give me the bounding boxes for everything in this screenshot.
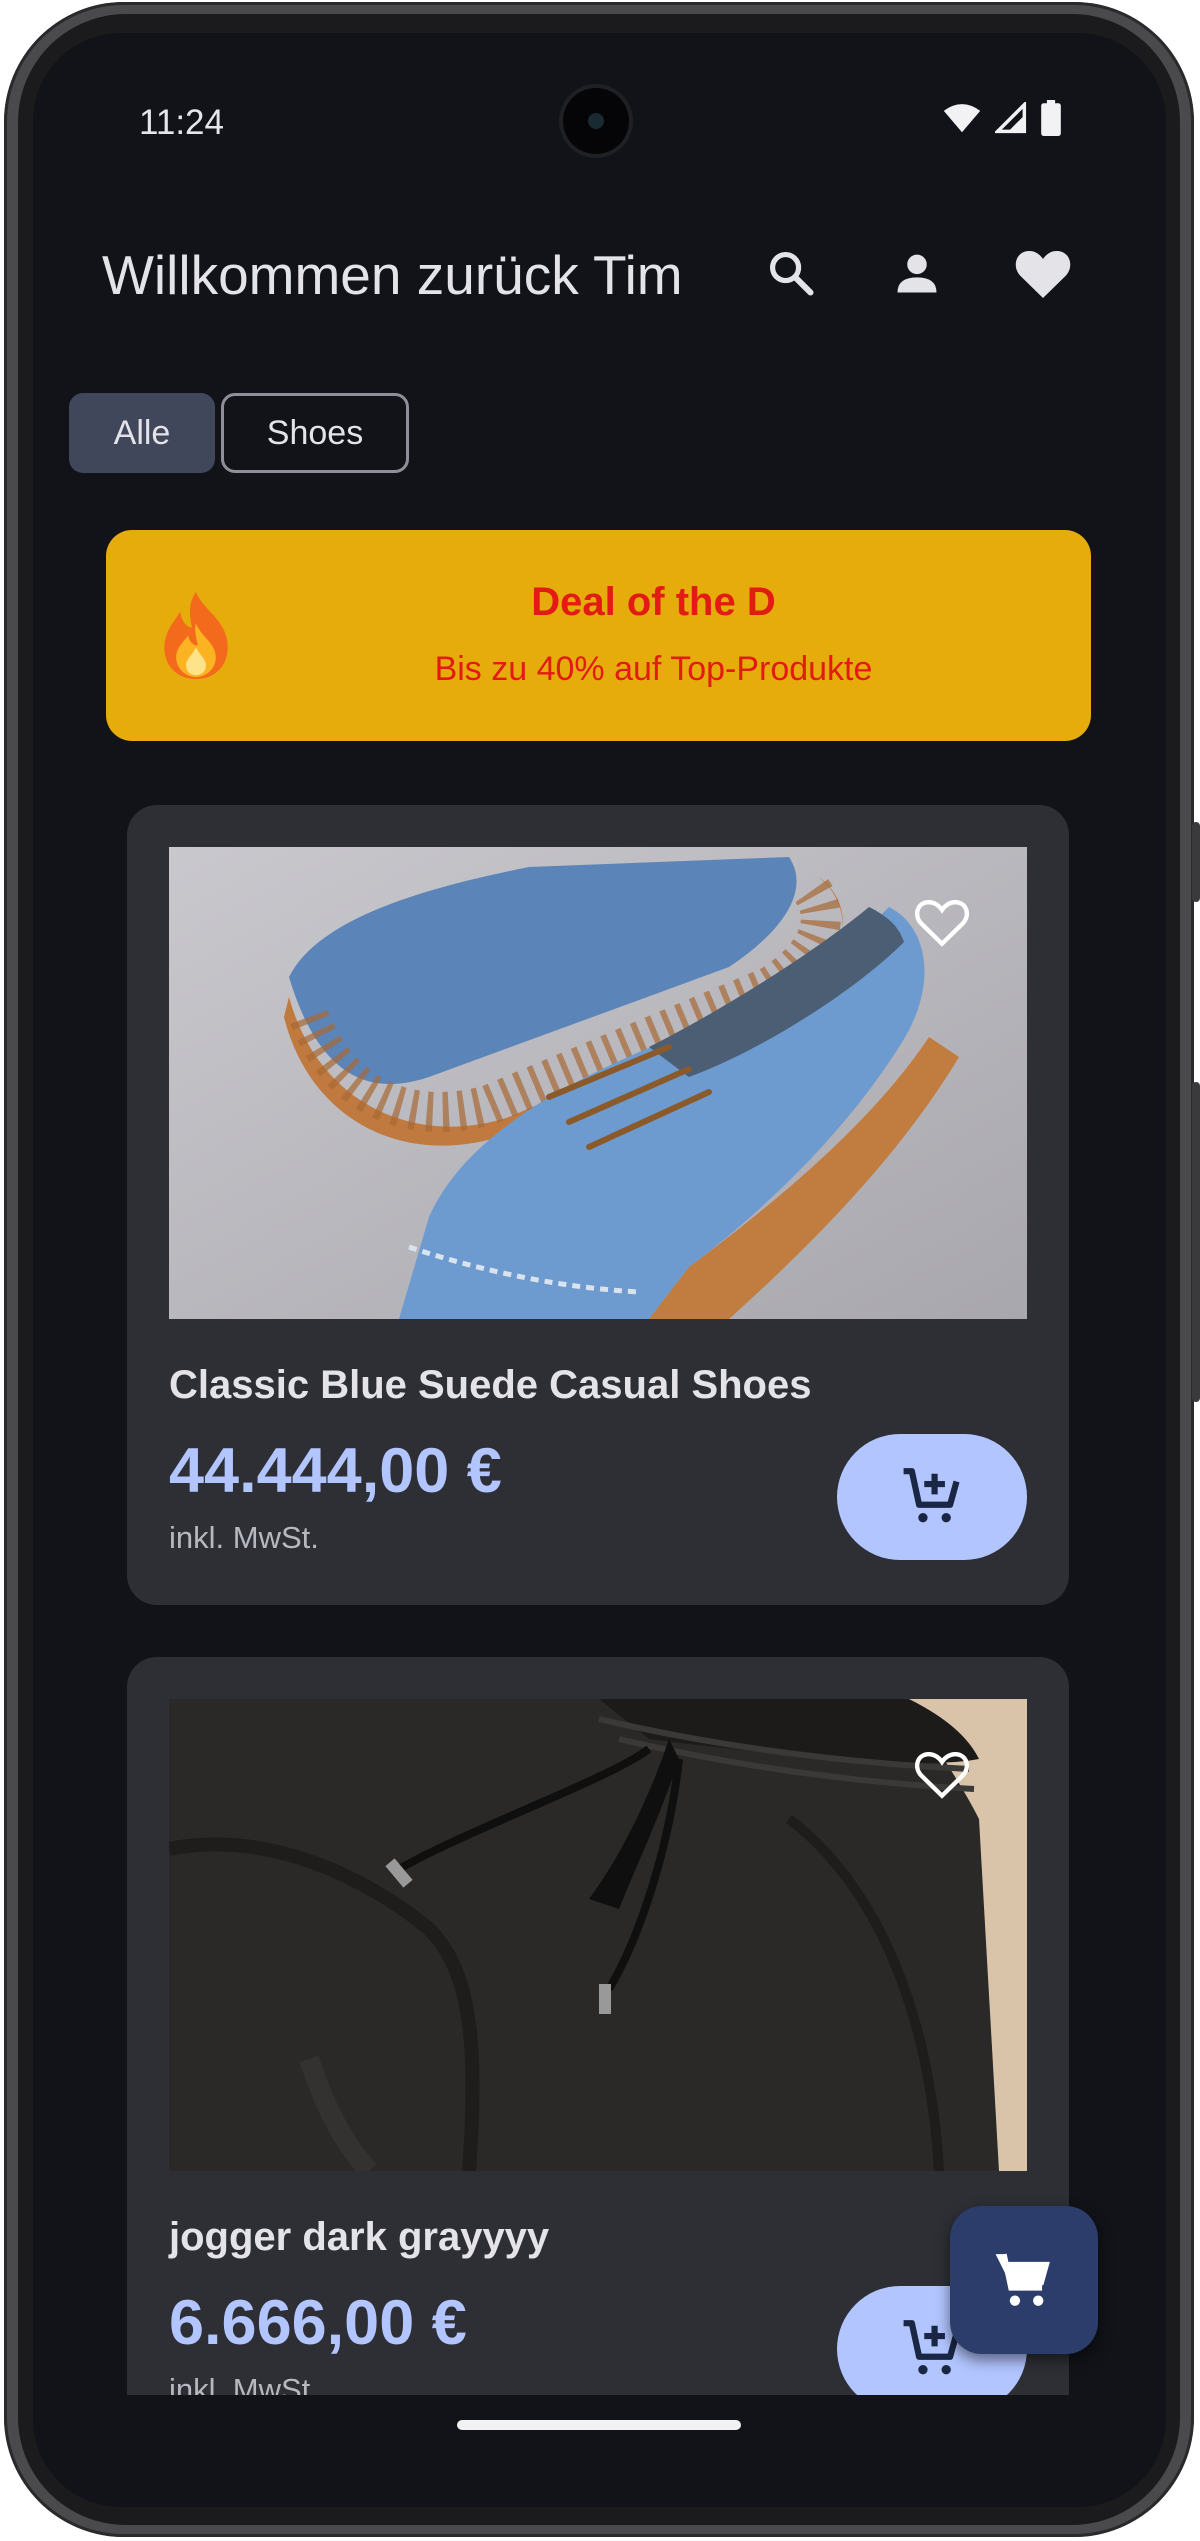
cart-fab[interactable] — [950, 2206, 1098, 2354]
favorite-outline-icon[interactable] — [913, 895, 971, 949]
chip-alle[interactable]: Alle — [69, 393, 215, 473]
product-name: Classic Blue Suede Casual Shoes — [169, 1363, 812, 1407]
blue-suede-shoes-photo — [169, 847, 1027, 1319]
navigation-bar-area — [33, 2395, 1166, 2507]
app-screen: 11:24 Willkommen zurück Tim Alle Shoes D… — [33, 33, 1166, 2507]
favorite-outline-icon[interactable] — [913, 1747, 971, 1801]
deal-title: Deal of the D — [531, 580, 776, 624]
search-button[interactable] — [728, 233, 854, 313]
add-to-cart-icon — [903, 1468, 960, 1523]
account-button[interactable] — [854, 233, 980, 313]
status-icons — [943, 100, 1061, 136]
tax-note: inkl. MwSt. — [169, 1520, 319, 1555]
account-icon — [897, 254, 937, 293]
category-chips: Alle Shoes — [69, 393, 409, 473]
product-price: 44.444,00 € — [169, 1436, 502, 1506]
search-icon — [769, 251, 814, 296]
product-price: 6.666,00 € — [169, 2288, 467, 2358]
status-time: 11:24 — [139, 103, 224, 142]
deal-subtitle: Bis zu 40% auf Top-Produkte — [434, 650, 873, 688]
chip-shoes[interactable]: Shoes — [221, 393, 409, 473]
power-button — [1192, 1082, 1200, 1402]
front-camera — [563, 88, 629, 154]
volume-button — [1192, 822, 1200, 902]
signal-icon — [995, 102, 1027, 134]
product-card[interactable]: Classic Blue Suede Casual Shoes 44.444,0… — [127, 805, 1069, 1605]
deal-banner[interactable]: Deal of the D Bis zu 40% auf Top-Produkt… — [106, 530, 1091, 741]
battery-icon — [1041, 100, 1061, 136]
cart-icon — [995, 2253, 1050, 2306]
favorites-icon — [1015, 250, 1071, 298]
add-to-cart-button[interactable] — [837, 1434, 1027, 1560]
dark-jogger-pants-photo — [169, 1699, 1027, 2171]
favorites-button[interactable] — [980, 233, 1106, 313]
page-title: Willkommen zurück Tim — [102, 244, 683, 306]
product-name: jogger dark grayyyy — [169, 2215, 550, 2259]
wifi-icon — [943, 104, 981, 133]
product-card[interactable]: jogger dark grayyyy 6.666,00 € inkl. MwS… — [127, 1657, 1069, 2457]
home-indicator[interactable] — [457, 2420, 741, 2430]
app-bar-actions — [728, 250, 1106, 313]
